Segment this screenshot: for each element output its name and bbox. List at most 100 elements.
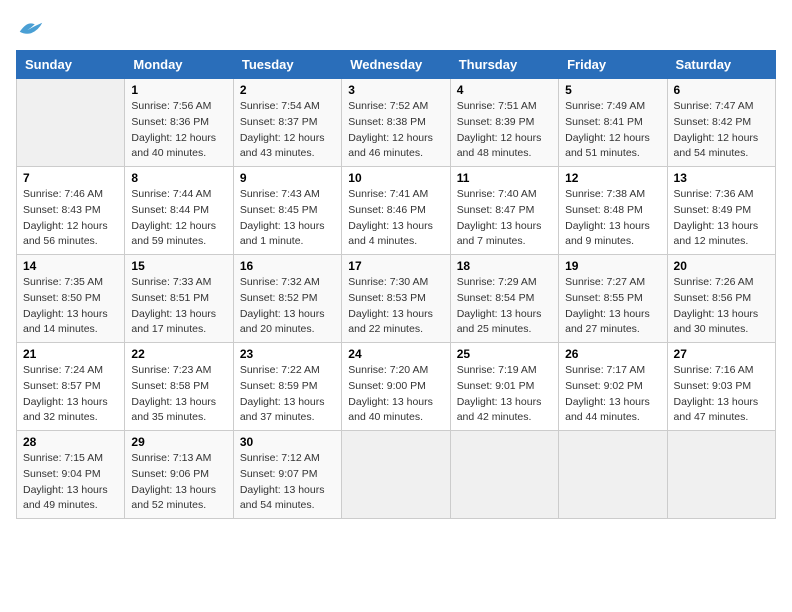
day-number: 14 (23, 259, 118, 273)
day-number: 20 (674, 259, 769, 273)
day-info: Sunrise: 7:15 AMSunset: 9:04 PMDaylight:… (23, 451, 118, 514)
calendar-table: SundayMondayTuesdayWednesdayThursdayFrid… (16, 50, 776, 519)
day-number: 23 (240, 347, 335, 361)
logo-bird-icon (16, 16, 46, 40)
calendar-cell: 12 Sunrise: 7:38 AMSunset: 8:48 PMDayligh… (559, 167, 667, 255)
day-info: Sunrise: 7:36 AMSunset: 8:49 PMDaylight:… (674, 187, 769, 250)
day-info: Sunrise: 7:49 AMSunset: 8:41 PMDaylight:… (565, 99, 660, 162)
day-number: 16 (240, 259, 335, 273)
calendar-cell: 28 Sunrise: 7:15 AMSunset: 9:04 PMDayligh… (17, 431, 125, 519)
day-number: 28 (23, 435, 118, 449)
day-info: Sunrise: 7:23 AMSunset: 8:58 PMDaylight:… (131, 363, 226, 426)
calendar-cell: 2 Sunrise: 7:54 AMSunset: 8:37 PMDaylight… (233, 79, 341, 167)
day-info: Sunrise: 7:40 AMSunset: 8:47 PMDaylight:… (457, 187, 552, 250)
calendar-header-row: SundayMondayTuesdayWednesdayThursdayFrid… (17, 51, 776, 79)
day-header-wednesday: Wednesday (342, 51, 450, 79)
day-number: 15 (131, 259, 226, 273)
day-info: Sunrise: 7:13 AMSunset: 9:06 PMDaylight:… (131, 451, 226, 514)
day-info: Sunrise: 7:33 AMSunset: 8:51 PMDaylight:… (131, 275, 226, 338)
day-info: Sunrise: 7:47 AMSunset: 8:42 PMDaylight:… (674, 99, 769, 162)
calendar-week-row: 14 Sunrise: 7:35 AMSunset: 8:50 PMDayligh… (17, 255, 776, 343)
calendar-cell: 14 Sunrise: 7:35 AMSunset: 8:50 PMDayligh… (17, 255, 125, 343)
day-header-tuesday: Tuesday (233, 51, 341, 79)
calendar-cell: 22 Sunrise: 7:23 AMSunset: 8:58 PMDayligh… (125, 343, 233, 431)
day-info: Sunrise: 7:22 AMSunset: 8:59 PMDaylight:… (240, 363, 335, 426)
calendar-cell: 26 Sunrise: 7:17 AMSunset: 9:02 PMDayligh… (559, 343, 667, 431)
calendar-cell (450, 431, 558, 519)
calendar-cell: 18 Sunrise: 7:29 AMSunset: 8:54 PMDayligh… (450, 255, 558, 343)
day-info: Sunrise: 7:19 AMSunset: 9:01 PMDaylight:… (457, 363, 552, 426)
day-info: Sunrise: 7:17 AMSunset: 9:02 PMDaylight:… (565, 363, 660, 426)
day-info: Sunrise: 7:29 AMSunset: 8:54 PMDaylight:… (457, 275, 552, 338)
day-number: 3 (348, 83, 443, 97)
calendar-cell (667, 431, 775, 519)
calendar-cell: 17 Sunrise: 7:30 AMSunset: 8:53 PMDayligh… (342, 255, 450, 343)
day-info: Sunrise: 7:44 AMSunset: 8:44 PMDaylight:… (131, 187, 226, 250)
calendar-cell: 25 Sunrise: 7:19 AMSunset: 9:01 PMDayligh… (450, 343, 558, 431)
calendar-cell: 11 Sunrise: 7:40 AMSunset: 8:47 PMDayligh… (450, 167, 558, 255)
day-number: 27 (674, 347, 769, 361)
day-number: 24 (348, 347, 443, 361)
day-info: Sunrise: 7:12 AMSunset: 9:07 PMDaylight:… (240, 451, 335, 514)
day-info: Sunrise: 7:51 AMSunset: 8:39 PMDaylight:… (457, 99, 552, 162)
calendar-cell: 24Sunrise: 7:20 AMSunset: 9:00 PMDayligh… (342, 343, 450, 431)
calendar-cell: 8 Sunrise: 7:44 AMSunset: 8:44 PMDaylight… (125, 167, 233, 255)
day-number: 8 (131, 171, 226, 185)
day-info: Sunrise: 7:26 AMSunset: 8:56 PMDaylight:… (674, 275, 769, 338)
calendar-week-row: 1Sunrise: 7:56 AMSunset: 8:36 PMDaylight… (17, 79, 776, 167)
calendar-cell: 1Sunrise: 7:56 AMSunset: 8:36 PMDaylight… (125, 79, 233, 167)
calendar-cell: 30 Sunrise: 7:12 AMSunset: 9:07 PMDayligh… (233, 431, 341, 519)
day-number: 13 (674, 171, 769, 185)
day-number: 9 (240, 171, 335, 185)
day-info: Sunrise: 7:43 AMSunset: 8:45 PMDaylight:… (240, 187, 335, 250)
day-number: 25 (457, 347, 552, 361)
page-header (16, 16, 776, 40)
calendar-cell: 15 Sunrise: 7:33 AMSunset: 8:51 PMDayligh… (125, 255, 233, 343)
day-number: 19 (565, 259, 660, 273)
day-info: Sunrise: 7:52 AMSunset: 8:38 PMDaylight:… (348, 99, 443, 162)
day-info: Sunrise: 7:56 AMSunset: 8:36 PMDaylight:… (131, 99, 226, 162)
day-info: Sunrise: 7:41 AMSunset: 8:46 PMDaylight:… (348, 187, 443, 250)
day-header-monday: Monday (125, 51, 233, 79)
day-number: 22 (131, 347, 226, 361)
day-number: 30 (240, 435, 335, 449)
calendar-cell (17, 79, 125, 167)
calendar-cell: 5Sunrise: 7:49 AMSunset: 8:41 PMDaylight… (559, 79, 667, 167)
day-info: Sunrise: 7:35 AMSunset: 8:50 PMDaylight:… (23, 275, 118, 338)
calendar-cell: 10 Sunrise: 7:41 AMSunset: 8:46 PMDayligh… (342, 167, 450, 255)
day-number: 7 (23, 171, 118, 185)
day-number: 6 (674, 83, 769, 97)
day-info: Sunrise: 7:27 AMSunset: 8:55 PMDaylight:… (565, 275, 660, 338)
calendar-cell: 13 Sunrise: 7:36 AMSunset: 8:49 PMDayligh… (667, 167, 775, 255)
day-number: 21 (23, 347, 118, 361)
day-header-friday: Friday (559, 51, 667, 79)
day-header-sunday: Sunday (17, 51, 125, 79)
day-info: Sunrise: 7:32 AMSunset: 8:52 PMDaylight:… (240, 275, 335, 338)
day-number: 17 (348, 259, 443, 273)
day-info: Sunrise: 7:46 AMSunset: 8:43 PMDaylight:… (23, 187, 118, 250)
day-info: Sunrise: 7:38 AMSunset: 8:48 PMDaylight:… (565, 187, 660, 250)
day-number: 10 (348, 171, 443, 185)
day-number: 11 (457, 171, 552, 185)
day-number: 26 (565, 347, 660, 361)
calendar-cell: 7 Sunrise: 7:46 AMSunset: 8:43 PMDaylight… (17, 167, 125, 255)
calendar-cell: 4Sunrise: 7:51 AMSunset: 8:39 PMDaylight… (450, 79, 558, 167)
day-number: 2 (240, 83, 335, 97)
logo (16, 16, 50, 40)
day-info: Sunrise: 7:30 AMSunset: 8:53 PMDaylight:… (348, 275, 443, 338)
calendar-cell: 23 Sunrise: 7:22 AMSunset: 8:59 PMDayligh… (233, 343, 341, 431)
day-info: Sunrise: 7:16 AMSunset: 9:03 PMDaylight:… (674, 363, 769, 426)
calendar-cell: 20 Sunrise: 7:26 AMSunset: 8:56 PMDayligh… (667, 255, 775, 343)
calendar-cell: 6 Sunrise: 7:47 AMSunset: 8:42 PMDaylight… (667, 79, 775, 167)
calendar-cell: 21Sunrise: 7:24 AMSunset: 8:57 PMDayligh… (17, 343, 125, 431)
day-number: 18 (457, 259, 552, 273)
calendar-week-row: 7 Sunrise: 7:46 AMSunset: 8:43 PMDaylight… (17, 167, 776, 255)
calendar-week-row: 28 Sunrise: 7:15 AMSunset: 9:04 PMDayligh… (17, 431, 776, 519)
day-number: 12 (565, 171, 660, 185)
calendar-cell (559, 431, 667, 519)
calendar-cell: 3 Sunrise: 7:52 AMSunset: 8:38 PMDaylight… (342, 79, 450, 167)
day-number: 29 (131, 435, 226, 449)
calendar-cell: 29 Sunrise: 7:13 AMSunset: 9:06 PMDayligh… (125, 431, 233, 519)
calendar-week-row: 21Sunrise: 7:24 AMSunset: 8:57 PMDayligh… (17, 343, 776, 431)
day-info: Sunrise: 7:54 AMSunset: 8:37 PMDaylight:… (240, 99, 335, 162)
